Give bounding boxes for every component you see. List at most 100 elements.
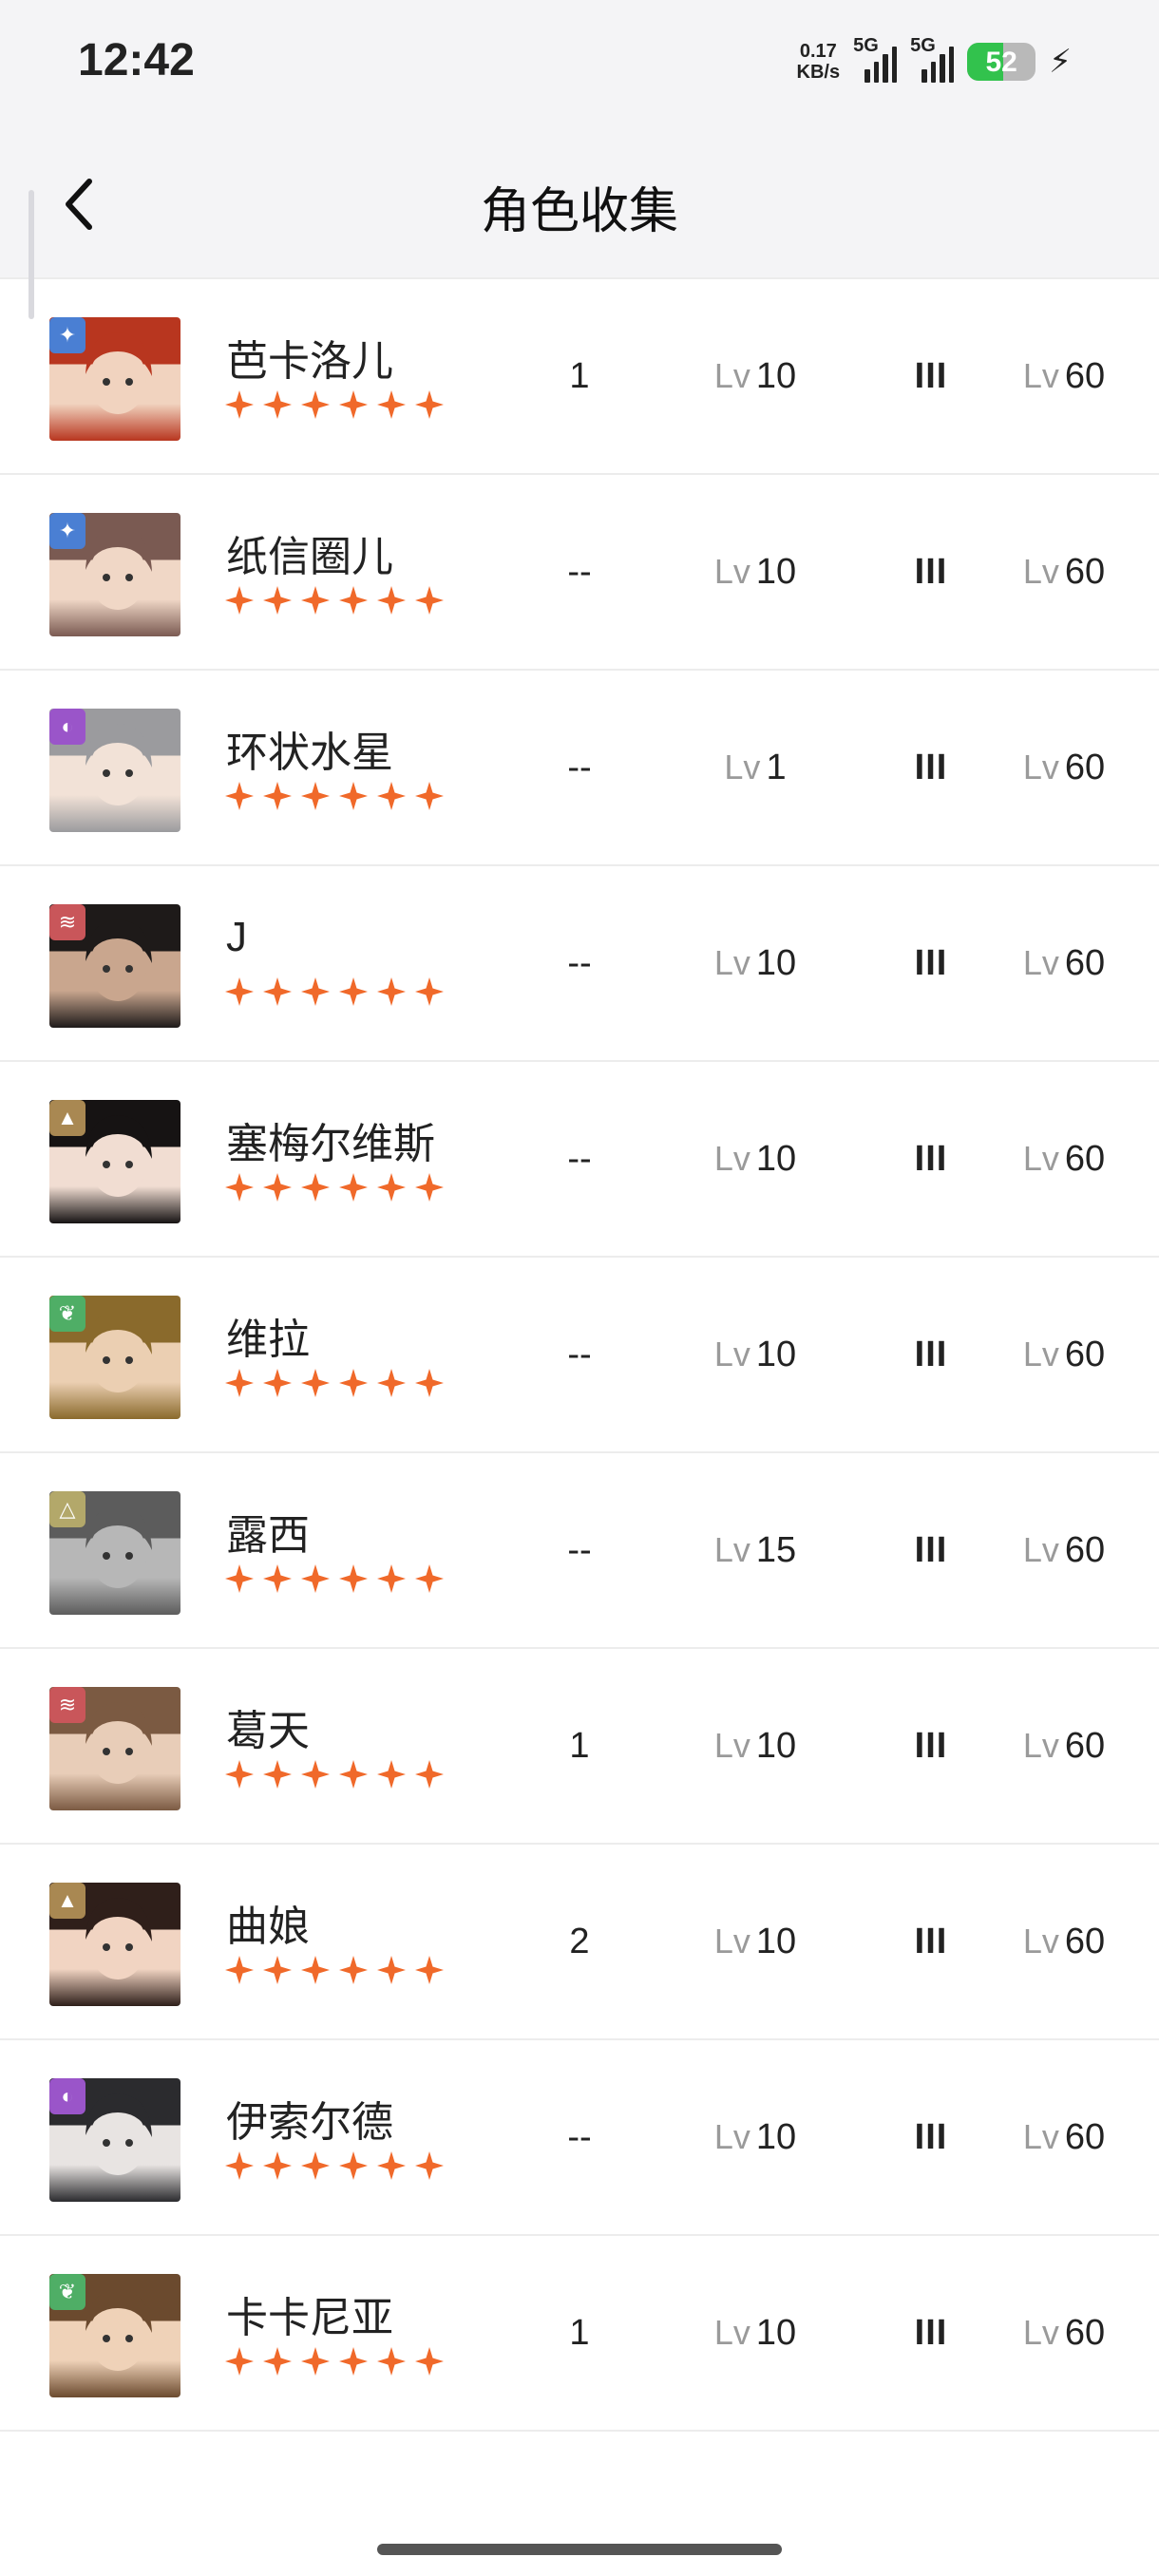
star-icon [339,1564,368,1593]
star-icon [415,782,444,810]
character-name: 纸信圈儿 [226,534,393,580]
rarity-stars [224,389,445,420]
character-list[interactable]: ▲图图石子--Lv6IIILv60✦芭卡洛儿1Lv10IIILv60✦纸信圈儿-… [0,84,1159,2432]
character-avatar[interactable]: ◐ [49,709,180,832]
battery-icon: 52 [967,43,1036,81]
star-icon [263,586,292,615]
max-level-prefix: Lv [1022,1335,1059,1373]
max-level: Lv60 [998,671,1130,864]
character-name: 曲娘 [226,1904,310,1950]
max-level: Lv60 [998,866,1130,1060]
level-value: 10 [755,1138,797,1179]
max-level: Lv60 [998,279,1130,473]
awaken-count: -- [567,747,592,787]
character-row[interactable]: ❦ 维拉 -- Lv 10 III Lv 60 [0,1258,1159,1453]
character-level: Lv 10 [684,1649,826,1843]
max-level-value: 60 [1064,1921,1106,1961]
level-value: 10 [755,942,797,983]
signal-1-label: 5G [853,35,879,56]
element-purple-icon: ◐ [49,2078,86,2114]
rarity-stars [224,1172,445,1203]
awaken-count: 1 [569,2312,590,2353]
page-title: 角色收集 [480,184,678,239]
rarity-stars [224,781,445,811]
star-icon [415,390,444,419]
max-level-value: 60 [1064,942,1106,983]
rank-badge: III [914,2312,948,2353]
star-icon [339,1760,368,1789]
star-icon [225,2347,254,2376]
character-avatar[interactable]: ≋ [49,1687,180,1810]
home-indicator[interactable] [377,2544,782,2555]
character-row[interactable]: ▲ 曲娘 2 Lv 10 III Lv 60 [0,1845,1159,2040]
network-speed-value: 0.17 [799,41,837,62]
awaken-count: 1 [569,355,590,396]
character-row[interactable]: ✦ 芭卡洛儿 1 Lv 10 III Lv 60 [0,279,1159,475]
character-avatar[interactable]: ▲ [49,1100,180,1223]
character-avatar[interactable]: ❦ [49,1296,180,1419]
star-icon [301,1369,330,1397]
max-level-value: 60 [1064,747,1106,787]
character-level: Lv 10 [684,279,826,473]
star-icon [263,390,292,419]
character-avatar[interactable]: ✦ [49,513,180,636]
character-row[interactable]: ◐ 伊索尔德 -- Lv 10 III Lv 60 [0,2040,1159,2236]
character-level: Lv 10 [684,475,826,669]
character-avatar[interactable]: ✦ [49,317,180,441]
max-level: Lv60 [998,1062,1130,1256]
star-icon [339,782,368,810]
level-value: 10 [755,1921,797,1961]
star-icon [339,1369,368,1397]
star-icon [377,2347,406,2376]
character-level: Lv 10 [684,2236,826,2430]
character-avatar[interactable]: ▲ [49,1883,180,2006]
character-row[interactable]: ≋ 葛天 1 Lv 10 III Lv 60 [0,1649,1159,1845]
character-avatar[interactable]: ≋ [49,904,180,1028]
element-blue-icon: ✦ [49,317,86,353]
rarity-stars [224,1368,445,1398]
element-brown-icon: ▲ [49,1883,86,1919]
star-icon [339,390,368,419]
character-row[interactable]: ◐ 环状水星 -- Lv 1 III Lv 60 [0,671,1159,866]
rarity-stars [224,1759,445,1790]
max-level-prefix: Lv [1022,1139,1059,1178]
star-icon [263,2151,292,2180]
max-level: Lv60 [998,1453,1130,1647]
star-icon [415,586,444,615]
level-prefix: Lv [713,1922,750,1960]
level-value: 10 [755,2312,797,2353]
character-name: 环状水星 [226,729,393,776]
rank-badge: III [914,1138,948,1179]
level-prefix: Lv [713,1335,750,1373]
level-value: 1 [766,747,787,787]
character-row[interactable]: △ 露西 -- Lv 15 III Lv 60 [0,1453,1159,1649]
star-icon [225,1760,254,1789]
max-level-value: 60 [1064,355,1106,396]
awaken-count: -- [567,1334,592,1374]
character-row[interactable]: ✦ 纸信圈儿 -- Lv 10 III Lv 60 [0,475,1159,671]
max-level: Lv60 [998,475,1130,669]
level-prefix: Lv [713,943,750,982]
level-value: 10 [755,1725,797,1766]
star-icon [415,977,444,1006]
character-avatar[interactable]: ❦ [49,2274,180,2397]
character-avatar[interactable]: △ [49,1491,180,1615]
rank-badge: III [914,1921,948,1961]
character-row[interactable]: ❦ 卡卡尼亚 1 Lv 10 III Lv 60 [0,2236,1159,2432]
star-icon [415,1956,444,1984]
character-level: Lv 1 [684,671,826,864]
element-red-icon: ≋ [49,1687,86,1723]
awaken-count: -- [567,551,592,592]
star-icon [377,782,406,810]
character-name: 露西 [226,1512,310,1559]
rarity-stars [224,1563,445,1594]
max-level: Lv60 [998,2040,1130,2234]
star-icon [377,1369,406,1397]
max-level-value: 60 [1064,1725,1106,1766]
character-avatar[interactable]: ◐ [49,2078,180,2202]
character-row[interactable]: ≋ J -- Lv 10 III Lv 60 [0,866,1159,1062]
star-icon [263,782,292,810]
scrollbar[interactable] [28,190,34,319]
character-row[interactable]: ▲ 塞梅尔维斯 -- Lv 10 III Lv 60 [0,1062,1159,1258]
level-prefix: Lv [713,2117,750,2156]
